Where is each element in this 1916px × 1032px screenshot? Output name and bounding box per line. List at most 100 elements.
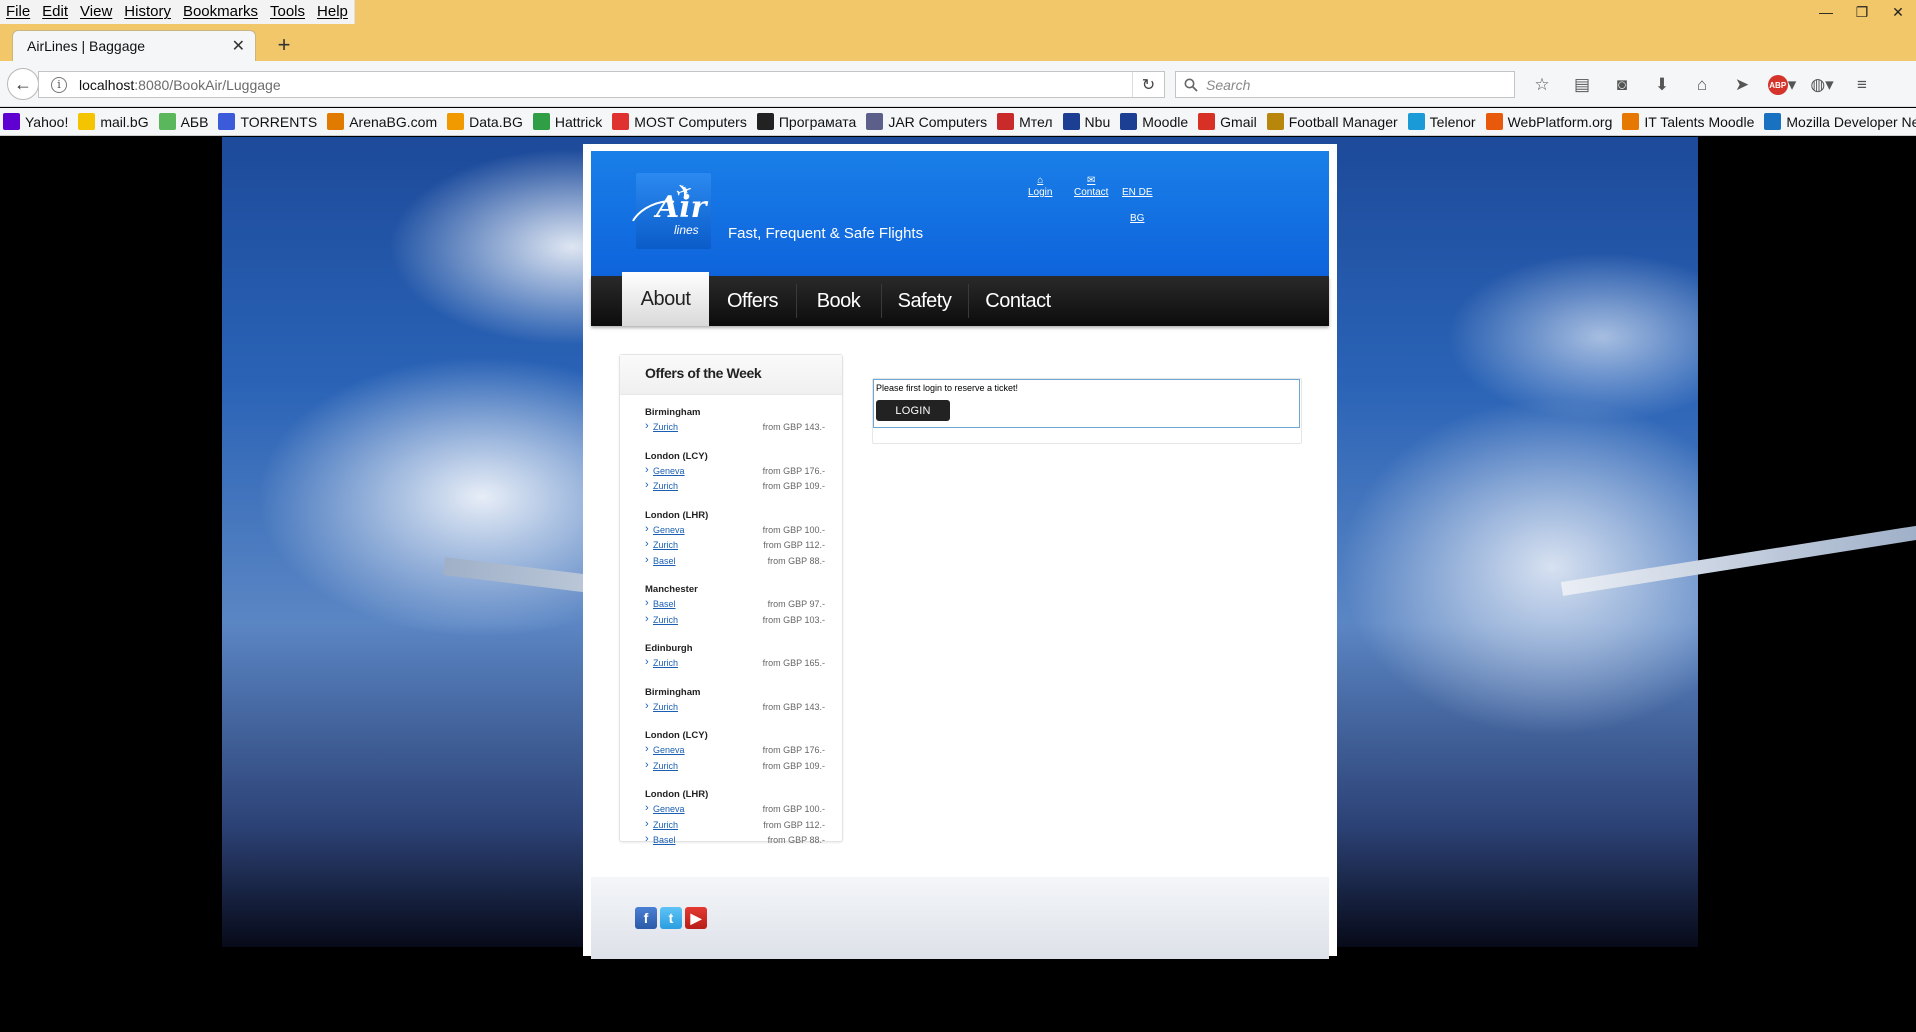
bookmark-label: WebPlatform.org [1507,113,1613,130]
bookmark-item[interactable]: MOST Computers [612,113,747,130]
bookmark-item[interactable]: WebPlatform.org [1485,113,1613,130]
offer-destination-link[interactable]: Zurich [645,420,678,438]
offer-row: Basel from GBP 97.- [645,597,825,615]
bookmark-item[interactable]: Мтел [997,113,1053,130]
bookmark-favicon-icon [1485,113,1503,130]
header-contact-link[interactable]: ✉ Contact [1074,175,1108,198]
nav-safety[interactable]: Safety [881,276,968,326]
bookmarks-bar: Yahoo! mail.bG АБВ TORRENTS ArenaBG.com Data.… [0,108,1916,136]
facebook-icon[interactable]: f [635,907,657,929]
bookmark-item[interactable]: ArenaBG.com [327,113,437,130]
url-path: :8080/BookAir/Luggage [134,76,281,93]
menu-bar: File Edit View History Bookmarks Tools H… [0,0,355,24]
menu-edit[interactable]: Edit [36,0,74,24]
sidebar-title: Offers of the Week [645,365,762,381]
menu-tools[interactable]: Tools [264,0,311,24]
offer-row: Basel from GBP 88.- [645,833,825,851]
menu-file[interactable]: File [0,0,36,24]
bookmark-label: JAR Computers [888,113,988,130]
bookmark-item[interactable]: Gmail [1198,113,1257,130]
offer-destination-link[interactable]: Zurich [645,538,678,556]
offer-destination-link[interactable]: Geneva [645,523,685,541]
offer-destination-link[interactable]: Basel [645,833,676,851]
twitter-icon[interactable]: t [660,907,682,929]
offer-destination-link[interactable]: Geneva [645,743,685,761]
nav-contact[interactable]: Contact [968,276,1068,326]
reading-list-icon[interactable]: ▤ [1562,71,1602,99]
offer-destination-link[interactable]: Zurich [645,656,678,674]
bookmark-favicon-icon [1062,113,1080,130]
offer-price: from GBP 88.- [767,835,825,845]
bookmark-item[interactable]: Data.BG [447,113,523,130]
nav-offers[interactable]: Offers [709,276,796,326]
bookmark-favicon-icon [997,113,1015,130]
menu-help[interactable]: Help [311,0,354,24]
offer-destination-link[interactable]: Zurich [645,759,678,777]
bookmark-item[interactable]: Mozilla Developer Net... [1764,113,1916,130]
send-icon[interactable]: ➤ [1722,71,1762,99]
nav-book[interactable]: Book [796,276,881,326]
adblock-icon[interactable]: ABP ▾ [1762,71,1802,99]
bookmark-item[interactable]: IT Talents Moodle [1622,113,1754,130]
hamburger-menu-icon[interactable]: ≡ [1842,71,1882,99]
restore-button[interactable]: ❐ [1844,0,1880,24]
minimize-button[interactable]: — [1808,0,1844,24]
bookmark-favicon-icon [218,113,236,130]
offer-group: Manchester Basel from GBP 97.- Zurich from G… [645,584,825,630]
language-link-bg[interactable]: BG [1130,213,1144,224]
bookmark-item[interactable]: Hattrick [532,113,602,130]
bookmark-item[interactable]: Football Manager [1266,113,1398,130]
login-button[interactable]: LOGIN [876,400,950,421]
nav-about[interactable]: About [622,272,709,326]
offer-price: from GBP 176.- [762,465,825,476]
offer-price: from GBP 165.- [762,658,825,668]
download-icon[interactable]: ⬇ [1642,71,1682,99]
offer-price: from GBP 100.- [762,524,825,535]
offer-destination-link[interactable]: Zurich [645,818,678,836]
offer-price: from GBP 112.- [763,819,825,830]
window-titlebar: File Edit View History Bookmarks Tools H… [0,0,1916,28]
offer-group: London (LCY) Geneva from GBP 176.- Zurich fr… [645,451,825,497]
bookmark-item[interactable]: TORRENTS [218,113,317,130]
offer-destination-link[interactable]: Geneva [645,802,685,820]
menu-view[interactable]: View [74,0,118,24]
close-window-button[interactable]: ✕ [1880,0,1916,24]
offer-origin-city: London (LCY) [645,730,708,741]
tab-close-icon[interactable]: ✕ [232,36,245,56]
bookmark-item[interactable]: АБВ [158,113,208,130]
bookmark-item[interactable]: Yahoo! [3,113,68,130]
tab-active[interactable]: AirLines | Baggage ✕ [12,30,256,61]
bookmark-label: Мтел [1019,113,1053,130]
bookmark-star-icon[interactable]: ☆ [1522,71,1562,99]
search-input[interactable]: Search [1175,71,1515,98]
extension-icon[interactable]: ◍▾ [1802,71,1842,99]
reload-icon[interactable]: ↻ [1132,72,1164,97]
bookmark-item[interactable]: mail.bG [78,113,149,130]
offer-destination-link[interactable]: Zurich [645,479,678,497]
offer-destination-link[interactable]: Basel [645,597,676,615]
offer-destination-link[interactable]: Zurich [645,700,678,718]
offer-destination-link[interactable]: Basel [645,554,676,572]
bookmark-label: Nbu [1084,113,1111,130]
url-bar[interactable]: i localhost:8080/BookAir/Luggage ↻ [38,71,1165,98]
back-arrow-icon[interactable]: ← [7,68,39,100]
bookmark-item[interactable]: Nbu [1062,113,1111,130]
youtube-icon[interactable]: ▶ [685,907,707,929]
bookmark-item[interactable]: Moodle [1120,113,1188,130]
bookmark-item[interactable]: Telenor [1407,113,1476,130]
info-icon[interactable]: i [51,76,67,93]
language-links-en-de[interactable]: EN DE [1122,187,1153,198]
bookmark-item[interactable]: JAR Computers [866,113,987,130]
offer-row: Geneva from GBP 100.- [645,523,825,541]
airlines-logo[interactable]: ✈ Air lines [623,173,711,250]
navigation-toolbar: ← i localhost:8080/BookAir/Luggage ↻ Sea… [0,61,1916,107]
offer-destination-link[interactable]: Zurich [645,613,678,631]
new-tab-button[interactable]: + [270,32,298,58]
menu-bookmarks[interactable]: Bookmarks [177,0,264,24]
header-login-link[interactable]: ⌂ Login [1028,175,1052,198]
menu-history[interactable]: History [118,0,177,24]
offer-destination-link[interactable]: Geneva [645,464,685,482]
home-icon[interactable]: ⌂ [1682,71,1722,99]
pocket-icon[interactable]: ◙ [1602,71,1642,99]
bookmark-item[interactable]: Програмата [756,113,856,130]
